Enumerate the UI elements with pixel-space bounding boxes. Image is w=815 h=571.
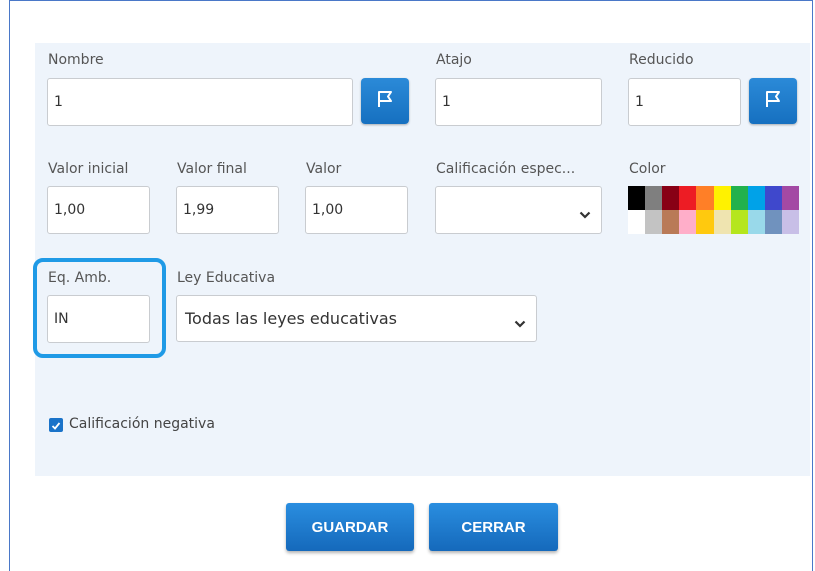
valor-final-input[interactable]: 1,99 [176,186,279,234]
ley-educativa-value: Todas las leyes educativas [185,309,397,328]
color-swatch[interactable] [781,186,799,210]
valor-input[interactable]: 1,00 [305,186,408,234]
calificacion-negativa-label: Calificación negativa [69,416,215,432]
color-swatch[interactable] [662,210,680,234]
color-swatch[interactable] [747,186,765,210]
flag-icon [763,89,783,113]
color-swatch[interactable] [696,210,714,234]
valor-final-label: Valor final [177,161,247,177]
flag-icon [375,89,395,113]
color-swatch[interactable] [730,210,748,234]
color-swatch[interactable] [713,186,731,210]
color-swatch[interactable] [713,210,731,234]
chevron-down-icon [579,205,591,224]
calificacion-especial-select[interactable] [435,186,602,234]
eq-amb-input[interactable]: IN [47,295,150,343]
ley-educativa-label: Ley Educativa [177,270,276,286]
atajo-input[interactable]: 1 [435,78,602,126]
valor-inicial-label: Valor inicial [48,161,129,177]
color-swatch[interactable] [730,186,748,210]
atajo-label: Atajo [436,52,472,68]
color-swatch[interactable] [696,186,714,210]
calificacion-negativa-checkbox[interactable] [49,418,63,432]
color-swatch[interactable] [645,186,663,210]
eq-amb-label: Eq. Amb. [48,270,112,286]
reducido-label: Reducido [629,52,694,68]
nombre-input[interactable]: 1 [47,78,353,126]
valor-inicial-input[interactable]: 1,00 [47,186,150,234]
color-swatch[interactable] [781,210,799,234]
color-swatch[interactable] [764,186,782,210]
ley-educativa-select[interactable]: Todas las leyes educativas [176,295,537,342]
reducido-input[interactable]: 1 [628,78,741,126]
color-swatch[interactable] [679,210,697,234]
color-swatch[interactable] [662,186,680,210]
color-swatch[interactable] [747,210,765,234]
color-swatch[interactable] [628,186,646,210]
guardar-button[interactable]: GUARDAR [286,503,414,551]
color-swatch[interactable] [764,210,782,234]
color-swatch[interactable] [679,186,697,210]
chevron-down-icon [514,314,526,333]
calificacion-especial-label: Calificación espec... [436,161,576,177]
nombre-label: Nombre [48,52,104,68]
nombre-flag-button[interactable] [361,78,409,124]
color-swatch[interactable] [645,210,663,234]
valor-label: Valor [306,161,342,177]
reducido-flag-button[interactable] [749,78,797,124]
color-palette[interactable] [628,186,799,234]
check-icon [51,416,61,435]
color-swatch[interactable] [628,210,646,234]
cerrar-button[interactable]: CERRAR [429,503,558,551]
color-label: Color [629,161,666,177]
